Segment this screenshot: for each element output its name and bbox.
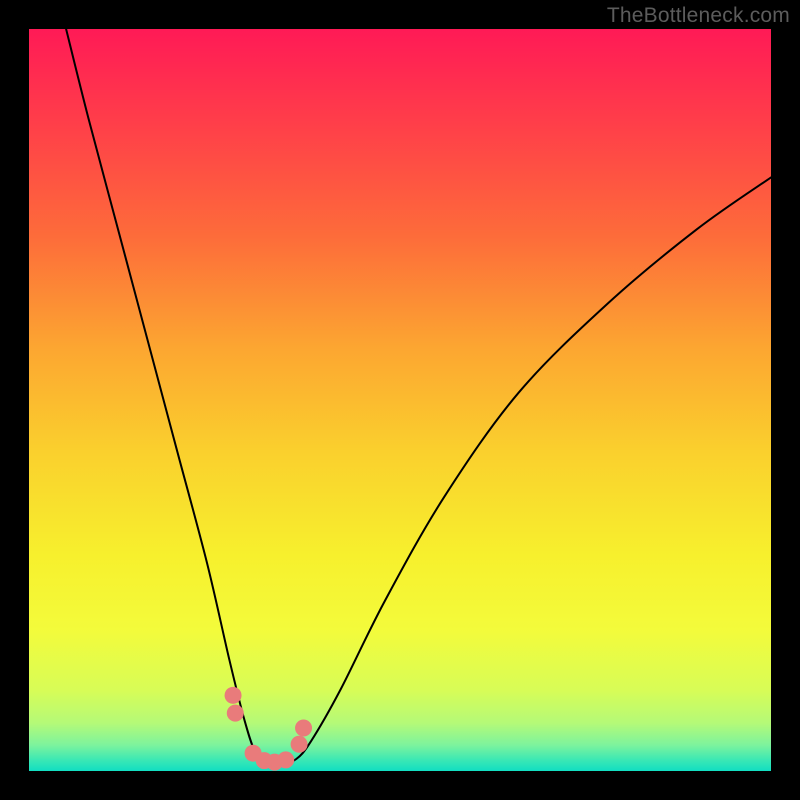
marker-dot <box>295 719 312 736</box>
watermark: TheBottleneck.com <box>607 4 790 28</box>
plot-area <box>29 29 771 771</box>
marker-dot <box>225 687 242 704</box>
gradient-background <box>29 29 771 771</box>
marker-dot <box>291 736 308 753</box>
marker-dot <box>227 705 244 722</box>
chart-svg <box>29 29 771 771</box>
marker-dot <box>277 751 294 768</box>
